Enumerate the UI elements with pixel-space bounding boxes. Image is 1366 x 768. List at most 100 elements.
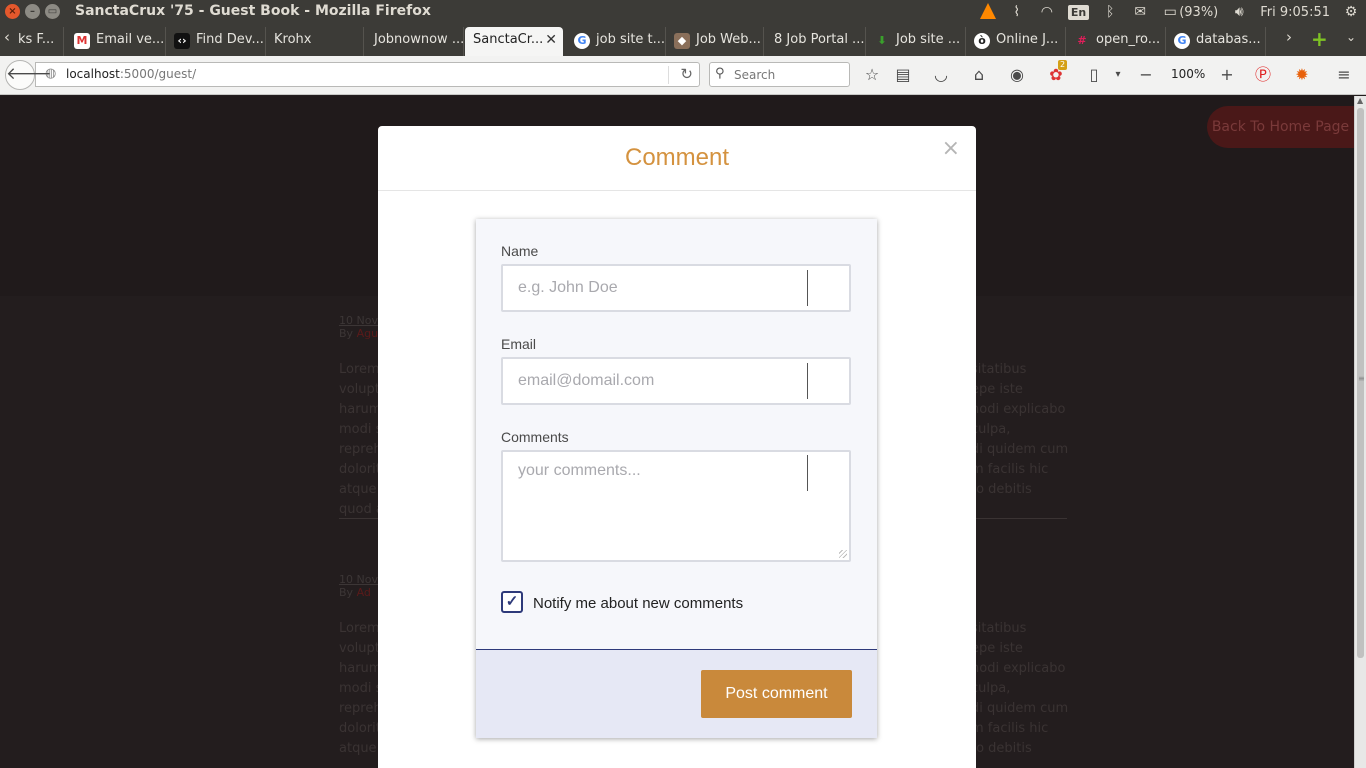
job-icon: ◆ [674, 33, 690, 49]
scroll-up-arrow-icon[interactable]: ▲ [1357, 96, 1363, 105]
comments-label: Comments [501, 429, 569, 445]
post-author[interactable]: Agu [357, 327, 378, 340]
home-icon[interactable]: ⌂ [968, 65, 990, 85]
window-maximize-icon[interactable]: ▭ [45, 4, 60, 19]
mail-icon[interactable]: ✉ [1131, 4, 1149, 20]
tab-close-icon[interactable]: ✕ [545, 27, 557, 53]
post-by: By [339, 327, 354, 340]
menu-hamburger-icon[interactable]: ≡ [1333, 65, 1355, 85]
window-close-icon[interactable]: × [5, 4, 20, 19]
zoom-out-icon[interactable]: − [1135, 65, 1157, 85]
tab-strip: ‹ ks F... M Email ve... ‹› Find Dev... Kro… [0, 24, 1366, 56]
wifi-icon[interactable]: ◠ [1038, 4, 1056, 20]
tab-8[interactable]: 8 Job Portal ... [766, 27, 866, 56]
window-title-bar: × – ▭ SanctaCrux '75 - Guest Book - Mozi… [0, 0, 1366, 24]
back-button[interactable]: 🡐 [5, 60, 52, 90]
tab-10[interactable]: ò Online J... [966, 27, 1066, 56]
tab-12[interactable]: Gdatabas... [1166, 27, 1266, 56]
comment-form: Name e.g. John Doe Email email@domail.co… [476, 219, 877, 738]
tab-label: databas... [1196, 32, 1261, 47]
tab-label: ks F... [18, 32, 55, 47]
modal-close-icon[interactable]: × [942, 138, 960, 160]
email-input[interactable]: email@domail.com [501, 357, 851, 405]
new-tab-plus-icon[interactable]: + [1311, 29, 1328, 49]
back-to-home-button[interactable]: Back To Home Page [1207, 106, 1354, 148]
post-author[interactable]: Ad [357, 586, 371, 599]
tab-4[interactable]: Jobnownow ... [366, 27, 464, 56]
comments-textarea[interactable]: your comments... [501, 450, 851, 562]
tab-label: Job site ... [896, 32, 961, 47]
clipboard-icon[interactable]: ▯ [1083, 65, 1105, 85]
input-addon-divider [807, 455, 808, 491]
vlc-icon[interactable] [979, 3, 996, 19]
tab-9[interactable]: ⬇ Job site ... [866, 27, 966, 56]
keyboard-language-indicator[interactable]: En [1067, 4, 1090, 20]
volume-icon[interactable]: 🔊︎ [1230, 4, 1248, 20]
slack-icon: # [1077, 34, 1087, 47]
modal-title: Comment [624, 144, 730, 171]
name-label: Name [501, 243, 539, 259]
scrollbar-thumb[interactable] [1357, 108, 1364, 658]
tab-0[interactable]: ks F... [12, 27, 64, 56]
comment-modal: Comment × Name e.g. John Doe Email email… [378, 126, 976, 768]
tab-7[interactable]: ◆ Job Web... [666, 27, 764, 56]
textarea-resize-handle[interactable] [839, 550, 847, 558]
navigation-toolbar: ◍ localhost:5000/guest/ ↻ 🡐 ⚲ Search ☆ ▤… [0, 56, 1366, 95]
tab-label: open_ro... [1096, 32, 1161, 47]
url-bar[interactable]: ◍ localhost:5000/guest/ ↻ [35, 62, 700, 87]
search-icon: ⚲ [715, 66, 725, 81]
reading-list-icon[interactable]: ▤ [892, 65, 914, 85]
tab-label: 8 Job Portal ... [774, 32, 865, 47]
zoom-level[interactable]: 100% [1171, 67, 1205, 81]
download-icon: ⬇ [877, 34, 887, 47]
name-input[interactable]: e.g. John Doe [501, 264, 851, 312]
clock[interactable]: Fri 9:05:51 [1260, 5, 1330, 20]
tab-label: job site t... [596, 32, 666, 47]
tab-2[interactable]: ‹› Find Dev... [166, 27, 266, 56]
gmail-icon: M [74, 33, 90, 49]
paperclip-icon[interactable]: ⌇ [1008, 4, 1026, 20]
tab-active[interactable]: SanctaCr... ✕ [465, 27, 563, 56]
firebug-icon[interactable]: ✹ [1291, 65, 1313, 85]
tab-scroll-left-icon[interactable]: ‹ [4, 28, 10, 46]
notify-label[interactable]: Notify me about new comments [533, 595, 743, 612]
modal-header-divider [378, 190, 976, 191]
tab-label: Find Dev... [196, 32, 264, 47]
name-placeholder: e.g. John Doe [518, 279, 618, 296]
page-scrollbar[interactable]: ▲ ≡ [1354, 96, 1366, 768]
email-label: Email [501, 336, 537, 352]
tab-scroll-right-icon[interactable]: › [1286, 28, 1292, 46]
battery-icon: ▭ [1163, 4, 1177, 20]
chat-icon[interactable]: ◉ [1006, 65, 1028, 85]
bookmark-star-icon[interactable]: ☆ [861, 65, 883, 85]
settings-gear-icon[interactable]: ⚙ [1342, 4, 1360, 20]
url-separator [668, 66, 669, 84]
tab-label: Email ve... [96, 32, 165, 47]
post-text-left: Lorem volupt harum modi s repreh dolorit… [339, 621, 382, 756]
pocket-icon[interactable]: ◡ [930, 65, 952, 85]
tab-list-chevron-icon[interactable]: ⌄ [1346, 30, 1356, 44]
battery-percent: (93%) [1179, 4, 1219, 20]
bluetooth-icon[interactable]: ᛒ [1101, 4, 1119, 20]
clipboard-dropdown-icon[interactable]: ▾ [1107, 65, 1129, 85]
post-comment-button[interactable]: Post comment [701, 670, 852, 718]
pinterest-icon[interactable]: Ⓟ [1252, 65, 1274, 85]
battery-indicator[interactable]: ▭ (93%) [1161, 4, 1219, 20]
tab-11[interactable]: # open_ro... [1066, 27, 1166, 56]
window-minimize-icon[interactable]: – [25, 4, 40, 19]
notify-checkbox[interactable]: ✓ [501, 591, 523, 613]
post-text-right: sitatibus epe iste nodi explicabo culpa,… [971, 362, 1069, 497]
input-addon-divider [807, 270, 808, 306]
post-by: By [339, 586, 354, 599]
url-path: :5000/guest/ [119, 67, 197, 81]
zoom-in-icon[interactable]: + [1216, 65, 1238, 85]
tab-1[interactable]: M Email ve... [66, 27, 166, 56]
scrollbar-grip-icon: ≡ [1358, 374, 1365, 383]
tab-3[interactable]: Krohx [266, 27, 364, 56]
search-bar[interactable]: ⚲ Search [709, 62, 850, 87]
reload-icon[interactable]: ↻ [680, 65, 693, 83]
url-text[interactable]: localhost:5000/guest/ [66, 67, 196, 81]
google-icon: G [1174, 33, 1190, 49]
tab-6[interactable]: Gjob site t... [566, 27, 666, 56]
tab-label: Krohx [274, 32, 312, 47]
